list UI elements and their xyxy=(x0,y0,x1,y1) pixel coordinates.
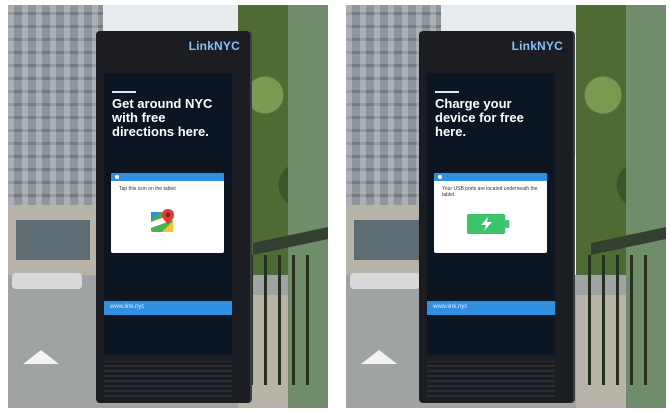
card-dot-icon xyxy=(438,175,442,179)
card-text: Your USB ports are located underneath th… xyxy=(442,186,538,198)
store-window xyxy=(16,220,90,260)
screen-headline: Charge your device for free here. xyxy=(435,96,524,139)
info-card: Tap this icon on the tablet xyxy=(111,173,224,253)
card-text: Tap this icon on the tablet xyxy=(119,186,176,192)
kiosk-grille xyxy=(427,361,555,397)
card-header-bar xyxy=(434,173,547,181)
screen-headline: Get around NYC with free directions here… xyxy=(112,96,213,139)
linknyc-kiosk: LinkNYC Charge your device for free here… xyxy=(419,31,573,403)
kiosk-screen: Charge your device for free here. Your U… xyxy=(427,73,555,355)
screen-accent-line xyxy=(112,91,136,93)
kiosk-screen: Get around NYC with free directions here… xyxy=(104,73,232,355)
parked-car xyxy=(350,273,420,289)
info-card: Your USB ports are located underneath th… xyxy=(434,173,547,253)
photo-left: LinkNYC Get around NYC with free directi… xyxy=(8,5,328,408)
card-dot-icon xyxy=(115,175,119,179)
url-bar: www.link.nyc xyxy=(427,301,555,315)
road-arrow-marking xyxy=(361,350,397,364)
photo-right: LinkNYC Charge your device for free here… xyxy=(346,5,666,408)
kiosk-grille xyxy=(104,361,232,397)
screen-accent-line xyxy=(435,91,459,93)
parked-car xyxy=(12,273,82,289)
url-bar: www.link.nyc xyxy=(104,301,232,315)
kiosk-brand: LinkNYC xyxy=(188,39,240,53)
railing xyxy=(588,255,658,385)
url-text: www.link.nyc xyxy=(110,304,145,310)
road-arrow-marking xyxy=(23,350,59,364)
railing xyxy=(250,255,320,385)
battery-charging-icon xyxy=(467,214,509,234)
card-header-bar xyxy=(111,173,224,181)
google-maps-icon xyxy=(151,209,174,232)
url-text: www.link.nyc xyxy=(433,304,468,310)
linknyc-kiosk: LinkNYC Get around NYC with free directi… xyxy=(96,31,250,403)
kiosk-brand: LinkNYC xyxy=(511,39,563,53)
store-window xyxy=(354,220,428,260)
